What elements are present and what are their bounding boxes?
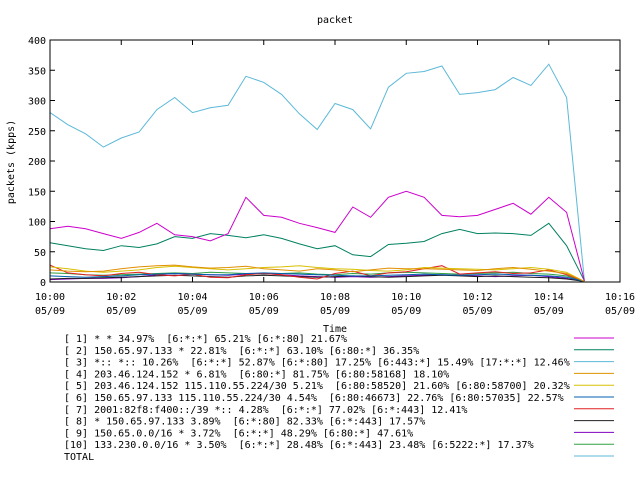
legend: [ 1] * * 34.97% [6:*:*] 65.21% [6:*:80] … [64, 334, 614, 463]
y-tick-label: 0 [40, 278, 46, 289]
x-tick-time-label: 10:08 [320, 292, 350, 303]
x-tick-date-label: 05/09 [106, 306, 136, 317]
y-tick-label: 150 [28, 187, 46, 198]
y-tick-label: 250 [28, 127, 46, 138]
y-tick-label: 100 [28, 218, 46, 229]
y-axis-label: packets (kpps) [6, 120, 17, 204]
x-tick-date-label: 05/09 [534, 306, 564, 317]
x-tick-time-label: 10:14 [534, 292, 564, 303]
legend-label: [ 7] 2001:82f8:f400::/39 *:: 4.28% [6:*:… [64, 405, 467, 416]
legend-label: [ 2] 150.65.97.133 * 22.81% [6:*:*] 63.1… [64, 346, 419, 357]
x-tick-date-label: 05/09 [462, 306, 492, 317]
y-tick-label: 300 [28, 97, 46, 108]
legend-label: [ 9] 150.65.0.0/16 * 3.72% [6:*:*] 48.29… [64, 428, 413, 439]
x-tick-time-label: 10:04 [177, 292, 207, 303]
chart-title: packet [317, 15, 353, 26]
x-tick-date-label: 05/09 [35, 306, 65, 317]
y-tick-label: 400 [28, 36, 46, 47]
plot-area [49, 63, 585, 282]
legend-label: [ 3] *:: *:: 10.26% [6:*:*] 52.87% [6:*:… [64, 358, 570, 369]
y-tick-label: 200 [28, 157, 46, 168]
legend-label: TOTAL [64, 452, 94, 463]
x-tick-time-label: 10:12 [462, 292, 492, 303]
x-tick-time-label: 10:16 [605, 292, 635, 303]
legend-label: [ 6] 150.65.97.133 115.110.55.224/30 4.5… [64, 393, 564, 404]
legend-label: [ 8] * 150.65.97.133 3.89% [6:*:80] 82.3… [64, 417, 425, 428]
legend-label: [ 1] * * 34.97% [6:*:*] 65.21% [6:*:80] … [64, 334, 347, 345]
y-tick-label: 350 [28, 66, 46, 77]
x-tick-date-label: 05/09 [249, 306, 279, 317]
x-tick-date-label: 05/09 [177, 306, 207, 317]
legend-label: [ 4] 203.46.124.152 * 6.81% [6:80:*] 81.… [64, 369, 449, 380]
x-tick-time-label: 10:02 [106, 292, 136, 303]
x-tick-date-label: 05/09 [605, 306, 635, 317]
y-tick-label: 50 [34, 248, 46, 259]
x-tick-date-label: 05/09 [391, 306, 421, 317]
x-tick-date-label: 05/09 [320, 306, 350, 317]
x-tick-time-label: 10:06 [249, 292, 279, 303]
legend-label: [ 5] 203.46.124.152 115.110.55.224/30 5.… [64, 381, 570, 392]
packet-chart: packet 0 50 100 150 200 250 300 350 400 10:00 05/0… [6, 15, 635, 463]
x-tick-time-label: 10:00 [35, 292, 65, 303]
x-tick-time-label: 10:10 [391, 292, 421, 303]
legend-label: [10] 133.230.0.0/16 * 3.50% [6:*:*] 28.4… [64, 440, 534, 451]
